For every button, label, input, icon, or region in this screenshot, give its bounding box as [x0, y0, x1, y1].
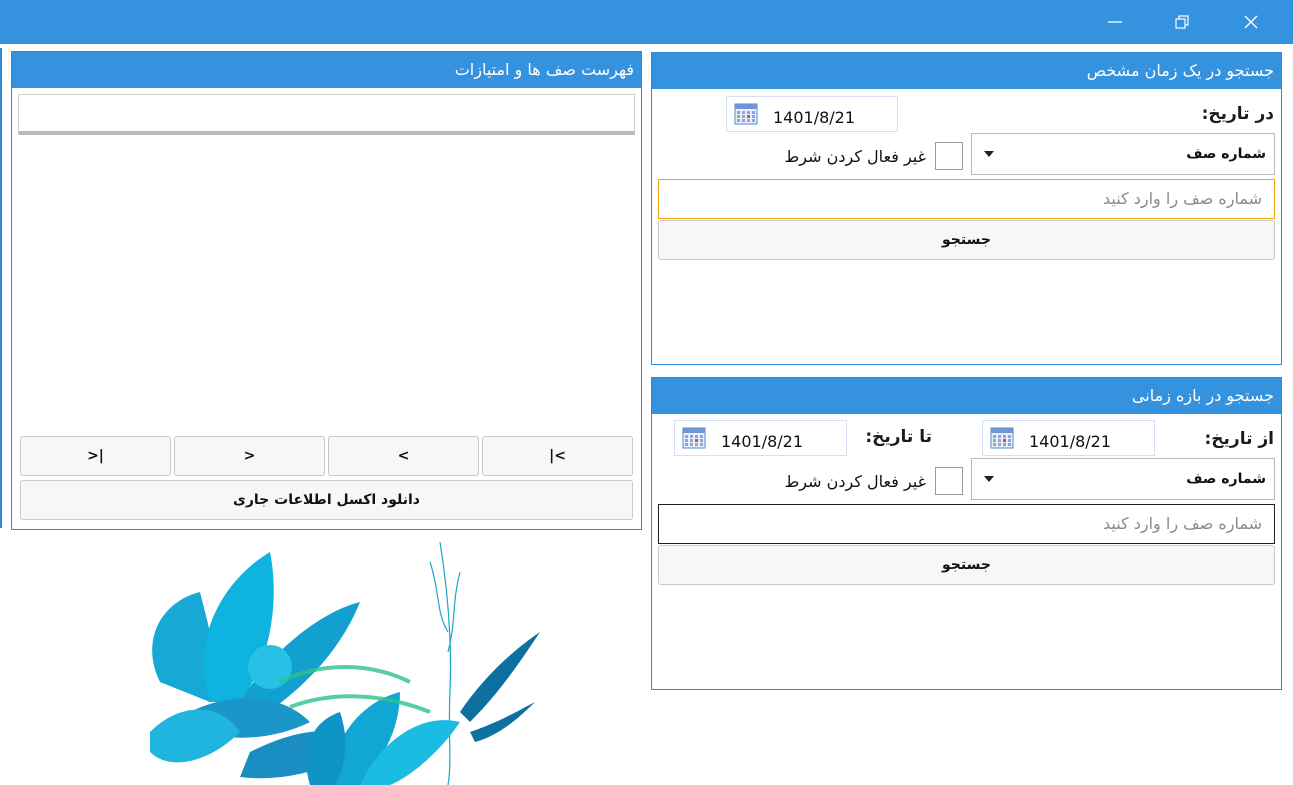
- disable-condition-checkbox[interactable]: [935, 467, 963, 495]
- from-date-value: 1401/8/21: [1029, 432, 1112, 451]
- calendar-icon[interactable]: [734, 103, 758, 129]
- queue-list-table[interactable]: [18, 94, 635, 135]
- title-bar: [0, 0, 1293, 44]
- left-edge-divider: [0, 48, 2, 528]
- to-date-value: 1401/8/21: [721, 432, 804, 451]
- queue-list-panel: فهرست صف ها و امتیازات |< < > >| دانلود …: [11, 51, 642, 530]
- date-value: 1401/8/21: [773, 108, 856, 127]
- queue-number-input[interactable]: شماره صف را وارد کنید: [658, 504, 1275, 544]
- field-select-dropdown[interactable]: شماره صف: [971, 133, 1275, 175]
- single-date-search-panel: جستجو در یک زمان مشخص در تاریخ: 1401/8/2…: [651, 52, 1282, 365]
- restore-icon[interactable]: [1166, 6, 1198, 38]
- calendar-icon[interactable]: [990, 427, 1014, 453]
- field-select-dropdown[interactable]: شماره صف: [971, 458, 1275, 500]
- field-select-value: شماره صف: [1186, 471, 1266, 487]
- download-excel-button[interactable]: دانلود اکسل اطلاعات جاری: [20, 480, 633, 520]
- disable-condition-label: غیر فعال کردن شرط: [784, 147, 927, 166]
- disable-condition-checkbox[interactable]: [935, 142, 963, 170]
- panel-title: جستجو در بازه زمانی: [652, 378, 1281, 414]
- date-range-search-panel: جستجو در بازه زمانی از تاریخ: 1401/8/21 …: [651, 377, 1282, 690]
- chevron-down-icon: [984, 476, 994, 482]
- search-button[interactable]: جستجو: [658, 220, 1275, 260]
- panel-title: جستجو در یک زمان مشخص: [652, 53, 1281, 89]
- calendar-icon[interactable]: [682, 427, 706, 453]
- date-label: در تاریخ:: [1201, 104, 1274, 124]
- date-picker[interactable]: 1401/8/21: [726, 96, 898, 132]
- chevron-down-icon: [984, 151, 994, 157]
- from-date-label: از تاریخ:: [1204, 429, 1274, 449]
- disable-condition-label: غیر فعال کردن شرط: [784, 472, 927, 491]
- queue-number-input[interactable]: شماره صف را وارد کنید: [658, 179, 1275, 219]
- search-button[interactable]: جستجو: [658, 545, 1275, 585]
- to-date-picker[interactable]: 1401/8/21: [674, 420, 847, 456]
- minimize-icon[interactable]: [1099, 6, 1131, 38]
- panel-title: فهرست صف ها و امتیازات: [12, 52, 641, 88]
- flower-illustration: [150, 541, 540, 785]
- first-page-button[interactable]: |<: [482, 436, 633, 476]
- previous-page-button[interactable]: <: [328, 436, 479, 476]
- close-icon[interactable]: [1235, 6, 1267, 38]
- from-date-picker[interactable]: 1401/8/21: [982, 420, 1155, 456]
- next-page-button[interactable]: >: [174, 436, 325, 476]
- to-date-label: تا تاریخ:: [865, 427, 932, 447]
- field-select-value: شماره صف: [1186, 146, 1266, 162]
- last-page-button[interactable]: >|: [20, 436, 171, 476]
